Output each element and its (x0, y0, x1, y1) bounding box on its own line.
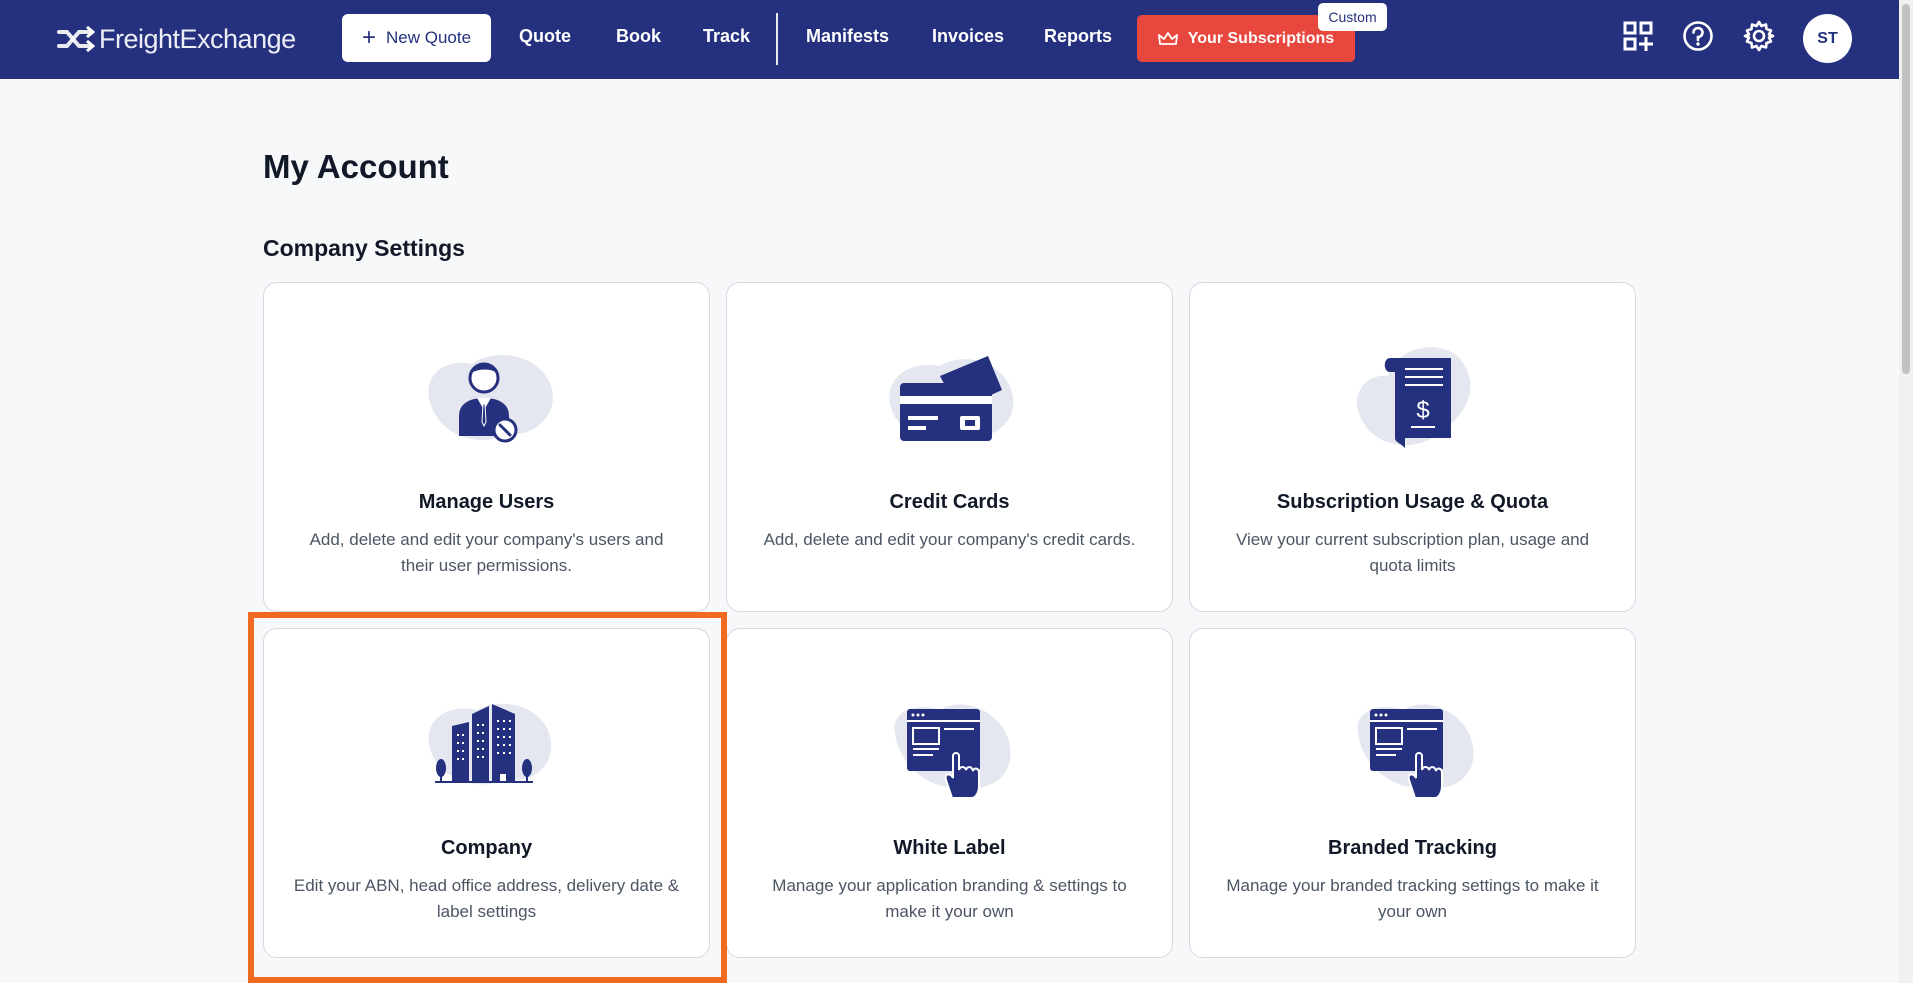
card-subscription-usage[interactable]: $ Subscription Usage & Quota View your c… (1189, 282, 1636, 612)
crown-icon (1157, 31, 1178, 45)
card-title: Branded Tracking (1328, 837, 1497, 859)
card-white-label[interactable]: White Label Manage your application bran… (726, 628, 1173, 958)
credit-card-icon (889, 356, 1014, 441)
help-icon[interactable] (1681, 19, 1715, 53)
plan-badge: Custom (1318, 3, 1387, 31)
card-title: Credit Cards (889, 491, 1010, 513)
card-description: Add, delete and edit your company's cred… (763, 530, 1136, 549)
your-subscriptions-label: Your Subscriptions (1187, 29, 1335, 47)
user-avatar[interactable]: ST (1803, 14, 1852, 63)
top-navigation-bar: FreightExchange + New Quote Quote Book T… (0, 0, 1899, 79)
brand-name: FreightExchange (99, 23, 296, 54)
nav-link-track[interactable]: Track (703, 26, 750, 47)
nav-link-quote[interactable]: Quote (519, 26, 571, 47)
new-quote-label: New Quote (385, 28, 472, 47)
nav-link-invoices[interactable]: Invoices (932, 26, 1004, 47)
card-description: Manage your branded tracking settings to… (1226, 876, 1599, 921)
card-title: Manage Users (418, 491, 555, 513)
card-manage-users[interactable]: Manage Users Add, delete and edit your c… (263, 282, 710, 612)
page-scrollbar[interactable] (1899, 0, 1913, 983)
user-settings-icon (428, 355, 553, 443)
card-title: Subscription Usage & Quota (1276, 491, 1549, 513)
browser-click-icon (1357, 704, 1474, 799)
dollar-glyph: $ (1416, 397, 1429, 424)
brand-logo[interactable]: FreightExchange (57, 22, 296, 56)
card-description: View your current subscription plan, usa… (1235, 530, 1590, 575)
card-company[interactable]: Company Edit your ABN, head office addre… (263, 628, 710, 958)
buildings-icon (428, 703, 552, 785)
logo-shuffle-icon (57, 26, 95, 52)
invoice-dollar-icon: $ (1356, 347, 1471, 448)
scrollbar-thumb[interactable] (1902, 4, 1910, 374)
grid-plus-icon[interactable] (1621, 19, 1655, 53)
card-title: Company (440, 837, 533, 859)
card-description: Add, delete and edit your company's user… (309, 530, 664, 575)
nav-link-book[interactable]: Book (616, 26, 661, 47)
plus-icon: + (361, 24, 376, 51)
nav-divider (776, 13, 778, 65)
nav-link-manifests[interactable]: Manifests (806, 26, 889, 47)
browser-click-icon (894, 704, 1011, 799)
card-branded-tracking[interactable]: Branded Tracking Manage your branded tra… (1189, 628, 1636, 958)
gear-icon[interactable] (1742, 19, 1776, 53)
section-title: Company Settings (263, 235, 465, 261)
card-title: White Label (893, 837, 1006, 859)
new-quote-button[interactable]: + New Quote (342, 14, 491, 62)
card-credit-cards[interactable]: Credit Cards Add, delete and edit your c… (726, 282, 1173, 612)
card-description: Manage your application branding & setti… (772, 876, 1127, 921)
page-title: My Account (263, 148, 449, 185)
nav-link-reports[interactable]: Reports (1044, 26, 1112, 47)
card-description: Edit your ABN, head office address, deli… (293, 876, 680, 921)
